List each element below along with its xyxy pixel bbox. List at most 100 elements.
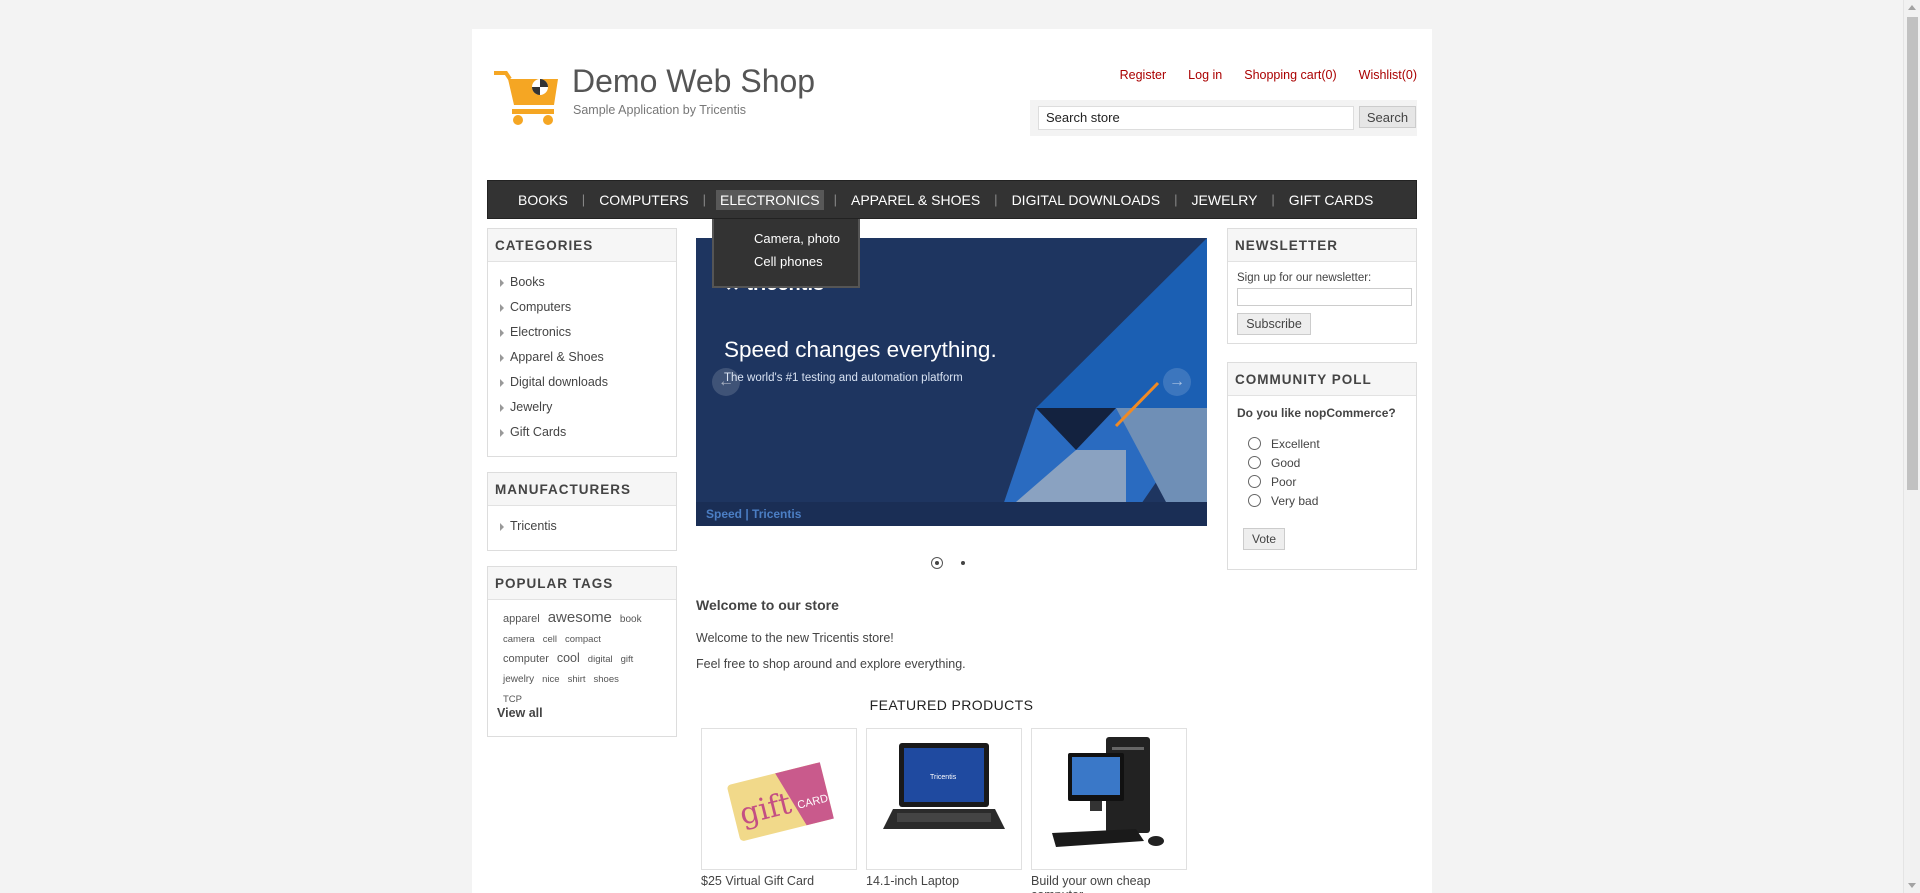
welcome-title: Welcome to our store [696,597,839,613]
categories-block: CATEGORIES Books Computers Electronics A… [487,228,677,457]
menu-item-apparel-shoes[interactable]: APPAREL & SHOES [837,189,994,211]
slider-next-arrow-icon[interactable]: → [1163,368,1191,396]
tag-cool[interactable]: cool [557,651,580,665]
banner-footer-text: Speed | Tricentis [706,507,802,521]
svg-text:Tricentis: Tricentis [930,774,957,781]
poll-option-label: Poor [1271,474,1297,489]
slider-dot-2[interactable] [957,557,969,569]
gift-card-icon: gift CARD [727,762,834,841]
login-link[interactable]: Log in [1188,68,1222,82]
newsletter-block: NEWSLETTER Sign up for our newsletter: S… [1227,228,1417,344]
product-name-laptop[interactable]: 14.1-inch Laptop [866,874,1036,888]
poll-option-good[interactable]: Good [1248,453,1416,472]
manufacturer-tricentis[interactable]: Tricentis [500,514,664,539]
popular-tags-block: POPULAR TAGS apparel awesome book camera ce… [487,566,677,737]
tag-book[interactable]: book [620,614,642,625]
tag-nice[interactable]: nice [542,674,559,685]
vertical-scrollbar[interactable] [1903,0,1920,893]
category-gift-cards[interactable]: Gift Cards [500,420,664,445]
category-apparel-shoes[interactable]: Apparel & Shoes [500,345,664,370]
newsletter-title: NEWSLETTER [1228,229,1416,262]
featured-products-title: FEATURED PRODUCTS [869,697,1034,713]
scroll-up-arrow-icon[interactable] [1908,5,1916,10]
header-links: Register Log in Shopping cart(0) Wishlis… [1120,68,1417,82]
laptop-icon: Tricentis [883,743,1005,829]
tag-digital[interactable]: digital [588,654,613,665]
menu-item-gift-cards[interactable]: GIFT CARDS [1275,189,1388,211]
tag-cell[interactable]: cell [543,634,557,645]
top-menu: BOOKS | COMPUTERS | ELECTRONICS | APPARE… [487,180,1417,219]
search-box: Search store Search [1030,100,1417,136]
manufacturers-title: MANUFACTURERS [488,473,676,506]
community-poll-title: COMMUNITY POLL [1228,363,1416,396]
tag-gift[interactable]: gift [621,654,634,665]
electronics-submenu: Camera, photo Cell phones [712,219,860,288]
product-computer-image[interactable] [1031,728,1187,870]
tag-tcp[interactable]: TCP [503,694,522,705]
poll-options: Excellent Good Poor Very bad [1228,420,1416,510]
manufacturers-block: MANUFACTURERS Tricentis [487,472,677,551]
submenu-item-cell-phones[interactable]: Cell phones [714,252,858,275]
product-name-gift-card[interactable]: $25 Virtual Gift Card [701,874,871,888]
radio-button[interactable] [1248,475,1261,488]
scroll-down-arrow-icon[interactable] [1908,883,1916,888]
category-digital-downloads[interactable]: Digital downloads [500,370,664,395]
welcome-text-2: Feel free to shop around and explore eve… [696,657,966,671]
menu-item-computers[interactable]: COMPUTERS [585,189,702,211]
community-poll-block: COMMUNITY POLL Do you like nopCommerce? … [1227,362,1417,570]
category-books[interactable]: Books [500,270,664,295]
category-computers[interactable]: Computers [500,295,664,320]
submenu-item-camera-photo[interactable]: Camera, photo [714,229,858,252]
store-subtitle: Sample Application by Tricentis [573,103,747,117]
menu-item-books[interactable]: BOOKS [504,189,582,211]
poll-option-excellent[interactable]: Excellent [1248,434,1416,453]
slider-dot-1[interactable] [931,557,943,569]
menu-item-jewelry[interactable]: JEWELRY [1178,189,1272,211]
poll-option-label: Excellent [1271,436,1320,451]
view-all-tags-link[interactable]: View all [497,706,543,720]
popular-tags-title: POPULAR TAGS [488,567,676,600]
newsletter-label: Sign up for our newsletter: [1237,272,1372,284]
newsletter-email-input[interactable] [1237,288,1412,306]
tag-compact[interactable]: compact [565,634,601,645]
product-name-computer[interactable]: Build your own cheap computer [1031,874,1201,893]
shopping-cart-link[interactable]: Shopping cart(0) [1244,68,1336,82]
tag-apparel[interactable]: apparel [503,613,540,625]
category-electronics[interactable]: Electronics [500,320,664,345]
poll-option-poor[interactable]: Poor [1248,472,1416,491]
tag-jewelry[interactable]: jewelry [503,674,534,685]
menu-separator: | [702,192,707,207]
register-link[interactable]: Register [1120,68,1167,82]
menu-item-digital-downloads[interactable]: DIGITAL DOWNLOADS [998,189,1175,211]
scrollbar-thumb[interactable] [1907,17,1918,490]
product-laptop-image[interactable]: Tricentis [866,728,1022,870]
computer-icon [1052,737,1164,847]
shopping-cart-logo-icon[interactable] [492,67,562,127]
subscribe-button[interactable]: Subscribe [1237,313,1311,335]
store-title[interactable]: Demo Web Shop [572,63,815,100]
banner-footer: Speed | Tricentis [696,502,1207,526]
poll-option-very-bad[interactable]: Very bad [1248,491,1416,510]
poll-option-label: Very bad [1271,493,1319,508]
category-jewelry[interactable]: Jewelry [500,395,664,420]
banner-subline: The world's #1 testing and automation pl… [724,372,963,384]
tag-camera[interactable]: camera [503,634,535,645]
welcome-text-1: Welcome to the new Tricentis store! [696,631,894,645]
tag-shirt[interactable]: shirt [568,674,586,685]
tag-shoes[interactable]: shoes [594,674,619,685]
search-input[interactable]: Search store [1038,106,1354,130]
menu-item-electronics[interactable]: ELECTRONICS [716,189,824,210]
search-button[interactable]: Search [1359,106,1416,128]
vote-button[interactable]: Vote [1243,528,1285,550]
tag-awesome[interactable]: awesome [548,609,612,626]
wishlist-link[interactable]: Wishlist(0) [1359,68,1417,82]
page-container: Demo Web Shop Sample Application by Tric… [472,29,1432,893]
tag-computer[interactable]: computer [503,653,549,665]
tag-cloud: apparel awesome book camera cell compact com… [488,600,676,709]
radio-button[interactable] [1248,494,1261,507]
radio-button[interactable] [1248,456,1261,469]
product-gift-card-image[interactable]: gift CARD [701,728,857,870]
slider-prev-arrow-icon[interactable]: ← [712,368,740,396]
radio-button[interactable] [1248,437,1261,450]
categories-title: CATEGORIES [488,229,676,262]
